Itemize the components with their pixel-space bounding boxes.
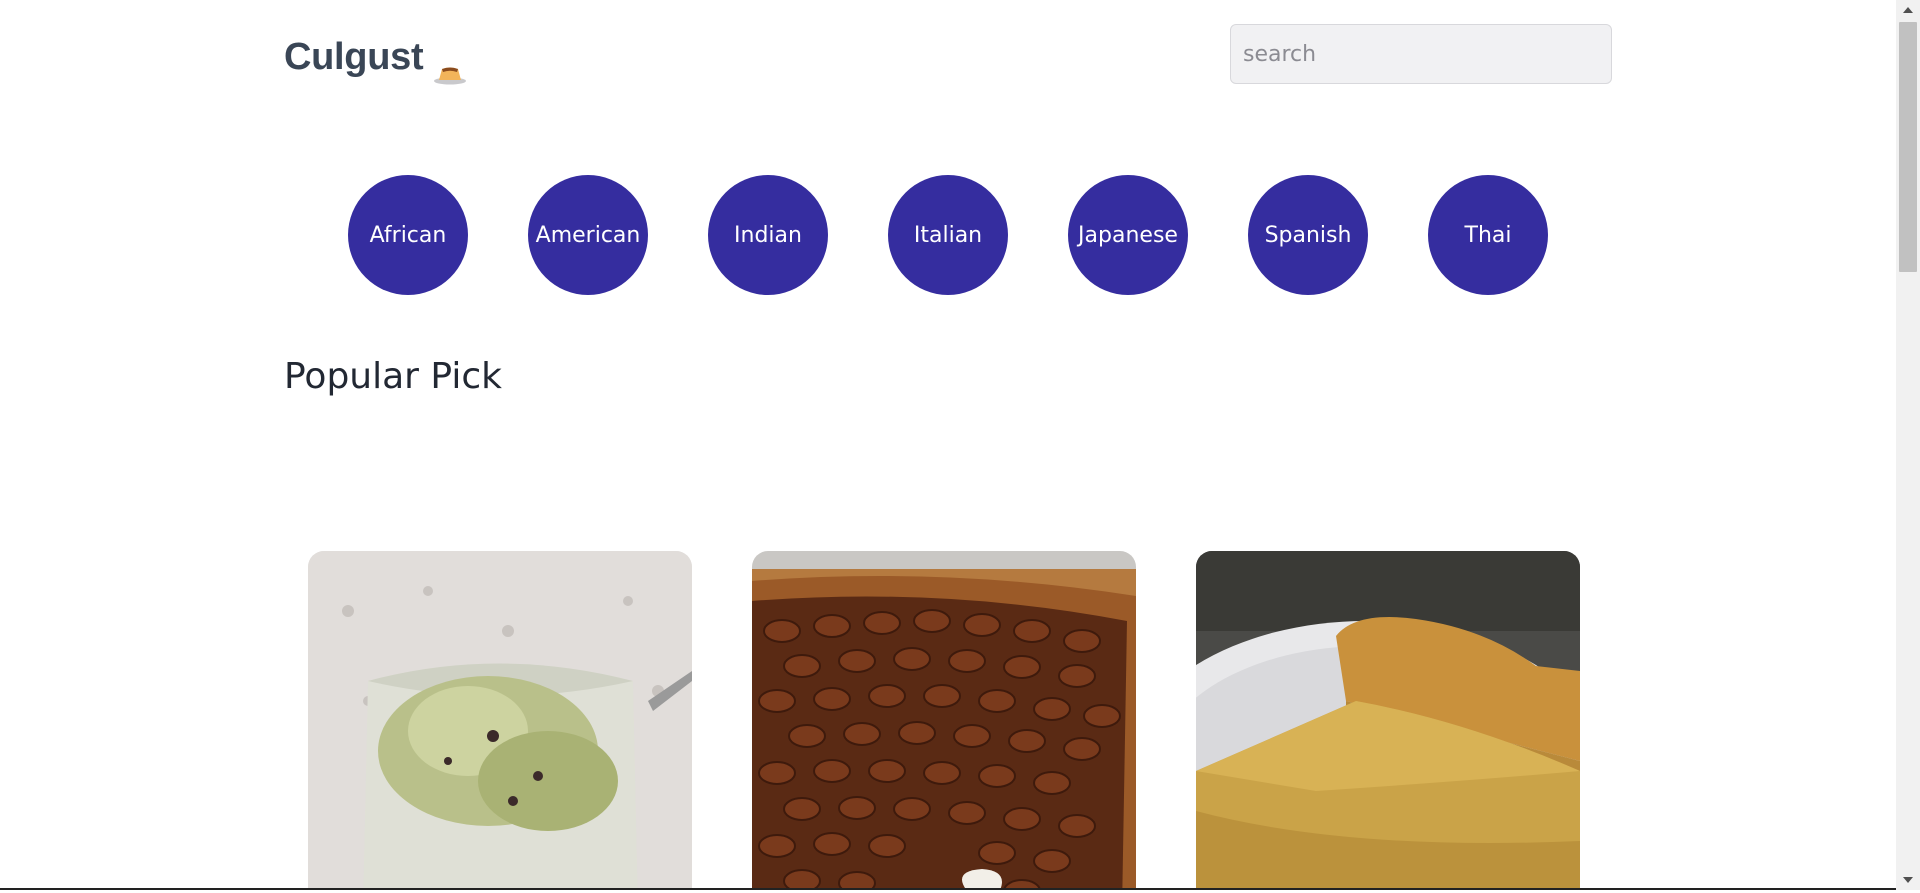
cuisine-thai-button[interactable]: Thai	[1428, 175, 1548, 295]
popular-cards	[308, 551, 1580, 890]
recipe-card[interactable]	[752, 551, 1136, 890]
section-title: Popular Pick	[284, 356, 502, 397]
cuisine-american-button[interactable]: American	[528, 175, 648, 295]
brand-name: Culgust	[284, 36, 424, 78]
bottom-edge	[0, 888, 1896, 890]
header: Culgust	[284, 24, 1612, 86]
vertical-scrollbar[interactable]	[1896, 0, 1920, 890]
matcha-ice-cream-image	[308, 551, 692, 890]
cuisine-italian-button[interactable]: Italian	[888, 175, 1008, 295]
page: Culgust African American Indian Italian …	[0, 0, 1896, 890]
search-input[interactable]	[1230, 24, 1612, 84]
scroll-up-icon[interactable]	[1896, 0, 1920, 20]
flan-icon	[433, 52, 467, 84]
recipe-card[interactable]	[308, 551, 692, 890]
scroll-down-icon[interactable]	[1896, 870, 1920, 890]
brand-logo[interactable]: Culgust	[284, 36, 467, 84]
cuisine-indian-button[interactable]: Indian	[708, 175, 828, 295]
custard-pie-image	[1196, 551, 1580, 890]
cuisine-spanish-button[interactable]: Spanish	[1248, 175, 1368, 295]
cuisine-japanese-button[interactable]: Japanese	[1068, 175, 1188, 295]
pecan-pie-image	[752, 551, 1136, 890]
recipe-card[interactable]	[1196, 551, 1580, 890]
scrollbar-thumb[interactable]	[1899, 22, 1917, 272]
cuisine-list: African American Indian Italian Japanese…	[348, 175, 1548, 295]
cuisine-african-button[interactable]: African	[348, 175, 468, 295]
